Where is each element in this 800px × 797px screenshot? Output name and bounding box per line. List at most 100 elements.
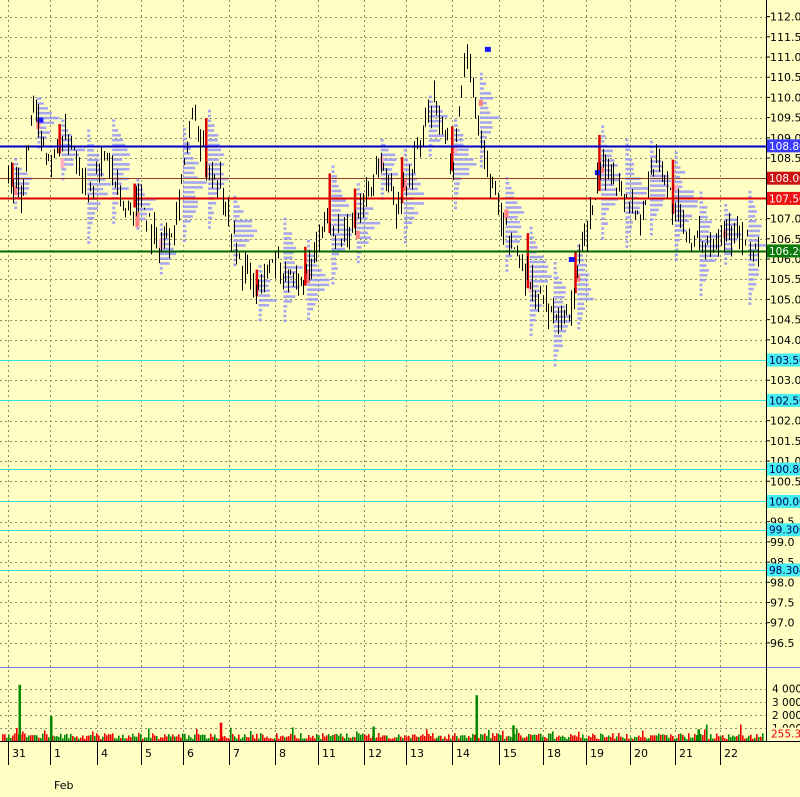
volume-bar [294,735,296,741]
volume-bar [488,729,490,741]
profile-row [724,257,728,260]
volume-bar [556,737,558,741]
profile-row [748,210,757,213]
profile-row [403,158,408,162]
volume-bar [566,739,568,741]
profile-row [674,156,678,160]
profile-row [650,208,659,212]
profile-row [283,290,291,294]
profile-row [674,190,694,193]
profile-row [331,223,345,227]
volume-bar [748,735,750,741]
profile-row [454,138,464,142]
profile-row [182,171,195,175]
profile-row [87,148,94,152]
volume-bar [112,733,114,741]
x-tick-label: 22 [724,747,738,760]
profile-row [87,202,101,205]
profile-row [674,238,680,242]
volume-bar [640,737,642,741]
profile-row [650,189,666,192]
profile-row [748,244,767,247]
time-axis: 31 1 4 5 6 7 8 11 12 13 14 15 18 19 20 21 22Feb [0,742,800,793]
profile-row [208,119,211,123]
profile-row [403,221,413,225]
profile-row [748,273,759,276]
profile-row [182,205,198,209]
chart-svg: 112.0111.5111.0110.5110.0109.5109.0108.5… [0,0,800,793]
volume-bar [498,733,500,741]
profile-row [61,167,67,171]
volume-bar [86,735,88,741]
volume-bar [26,737,28,741]
volume-bar [744,738,746,741]
profile-row [699,230,710,233]
volume-bar [666,735,668,741]
volume-bar [250,730,252,741]
grid [0,0,800,764]
profile-row [724,262,728,265]
volume-bar [242,737,244,741]
profile-row [258,308,263,312]
profile-row [182,152,191,155]
volume-bar [200,735,202,741]
y-tick-label: 107.0 [770,213,800,226]
profile-row [650,213,657,217]
profile-row [699,225,711,229]
volume-bar [174,736,176,741]
volume-bar [522,737,524,741]
profile-row [674,161,679,164]
volume-bar [364,734,366,741]
volume-bar [300,733,302,741]
profile-row [601,227,605,230]
profile-row [625,182,642,185]
profile-row [258,313,262,317]
x-tick-label: 1 [54,747,61,760]
volume-bar [740,724,742,741]
profile-row [428,139,441,142]
volume-bar [182,733,184,741]
profile-row [650,218,654,221]
volume-bar [210,733,212,741]
volume-bar [66,733,68,741]
profile-row [553,266,557,270]
profile-row [403,240,407,244]
profile-row [674,234,681,237]
volume-bar [170,736,172,741]
volume-bar [654,735,656,741]
profile-row [454,206,457,210]
volume-bar [538,733,540,741]
profile-row [428,124,440,128]
volume-bar [136,736,138,741]
x-tick-label: 5 [145,747,152,760]
volume-bar [444,736,446,741]
profile-row [699,254,720,258]
profile-row [529,255,544,259]
profile-row [577,326,581,330]
volume-bar [142,738,144,741]
volume-bar [410,737,412,741]
profile-row [136,178,140,182]
volume-bar [252,734,254,741]
profile-row [331,194,343,198]
volume-bar [138,732,140,741]
profile-row [748,302,752,305]
profile-row [650,223,654,226]
volume-bar [340,733,342,741]
volume-bar [520,735,522,741]
volume-bar [718,736,720,741]
profile-row [601,222,608,225]
profile-row [356,255,360,259]
volume-bar [552,731,554,741]
profile-row [748,205,756,208]
poc-mark [568,256,575,262]
profile-row [331,204,350,207]
profile-row [577,268,586,272]
profile-row [529,231,533,235]
profile-row [112,148,128,152]
profile-row [625,153,629,156]
profile-row [601,202,616,206]
profile-row [159,228,163,231]
profile-row [601,178,620,182]
profile-row [748,239,760,242]
